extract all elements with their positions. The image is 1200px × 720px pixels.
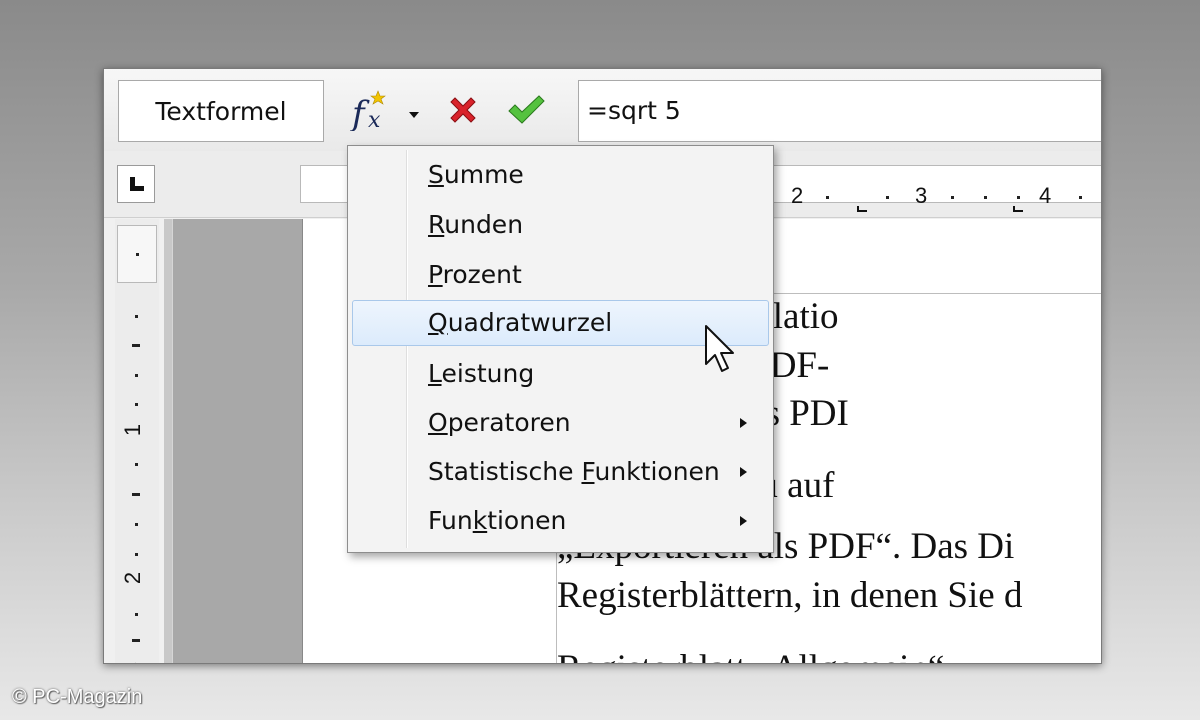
page-margin-area: [172, 219, 303, 663]
watermark: © PC-Magazin: [12, 686, 143, 708]
menu-item-statistische-funktionen[interactable]: Statistische Funktionen: [352, 449, 769, 495]
accept-icon[interactable]: [506, 93, 546, 127]
formula-input[interactable]: =sqrt 5: [578, 80, 1101, 142]
menu-item-funktionen[interactable]: Funktionen: [352, 498, 769, 544]
ruler-number: 2: [120, 571, 146, 585]
submenu-arrow-icon: [740, 516, 747, 526]
app-window: Textformel f x =sqrt 5 2 3 4 1 2 PDF- PD…: [103, 68, 1102, 664]
submenu-arrow-icon: [740, 467, 747, 477]
vertical-ruler: 1 2 3: [115, 219, 159, 663]
menu-item-operatoren[interactable]: Operatoren: [352, 400, 769, 446]
tab-stop-selector[interactable]: [117, 165, 155, 203]
svg-text:x: x: [368, 108, 381, 131]
svg-text:f: f: [350, 94, 370, 131]
menu-item-prozent[interactable]: Prozent: [352, 252, 769, 298]
menu-item-runden[interactable]: Runden: [352, 202, 769, 248]
cancel-icon[interactable]: [446, 93, 480, 127]
ruler-number: 2: [791, 183, 804, 208]
submenu-arrow-icon: [740, 418, 747, 428]
ruler-number: 3: [915, 183, 928, 208]
ruler-number: 1: [120, 423, 146, 437]
fx-dropdown-arrow-icon[interactable]: [407, 105, 421, 118]
vertical-ruler-margin: [117, 225, 157, 283]
formula-toolbar: Textformel f x =sqrt 5: [104, 69, 1101, 152]
ruler-number: 3: [120, 662, 146, 663]
fx-icon[interactable]: f x: [349, 89, 394, 134]
document-text-line: Registerblättern, in denen Sie d: [557, 575, 1023, 616]
mouse-cursor-icon: [704, 324, 738, 376]
name-box[interactable]: Textformel: [118, 80, 324, 142]
menu-item-summe[interactable]: Summe: [352, 152, 769, 198]
ruler-number: 4: [1039, 183, 1052, 208]
document-text-line: Registerblatt „Allgemein“: [557, 647, 944, 663]
